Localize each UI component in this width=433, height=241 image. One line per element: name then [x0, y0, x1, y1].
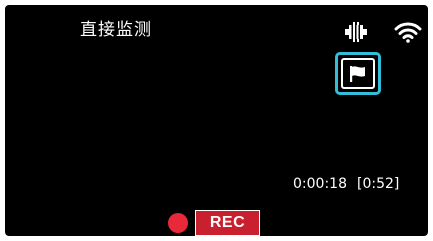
remaining-time: [0:52]: [356, 176, 400, 192]
flag-icon: [350, 65, 365, 82]
recording-timecode: 0:00:18 [0:52]: [293, 175, 399, 193]
flag-button[interactable]: [335, 52, 381, 95]
wifi-icon: [394, 22, 422, 43]
flag-button-frame: [341, 58, 375, 89]
rec-label: REC: [209, 214, 246, 231]
page-title: 直接监测: [80, 20, 152, 40]
live-monitor-screen: 直接监测 0:00:18 [0:52] REC: [5, 5, 428, 236]
rec-badge: REC: [195, 210, 260, 236]
elapsed-time: 0:00:18: [293, 176, 347, 192]
battery-icon: [345, 22, 367, 42]
record-indicator-icon: [168, 213, 188, 233]
